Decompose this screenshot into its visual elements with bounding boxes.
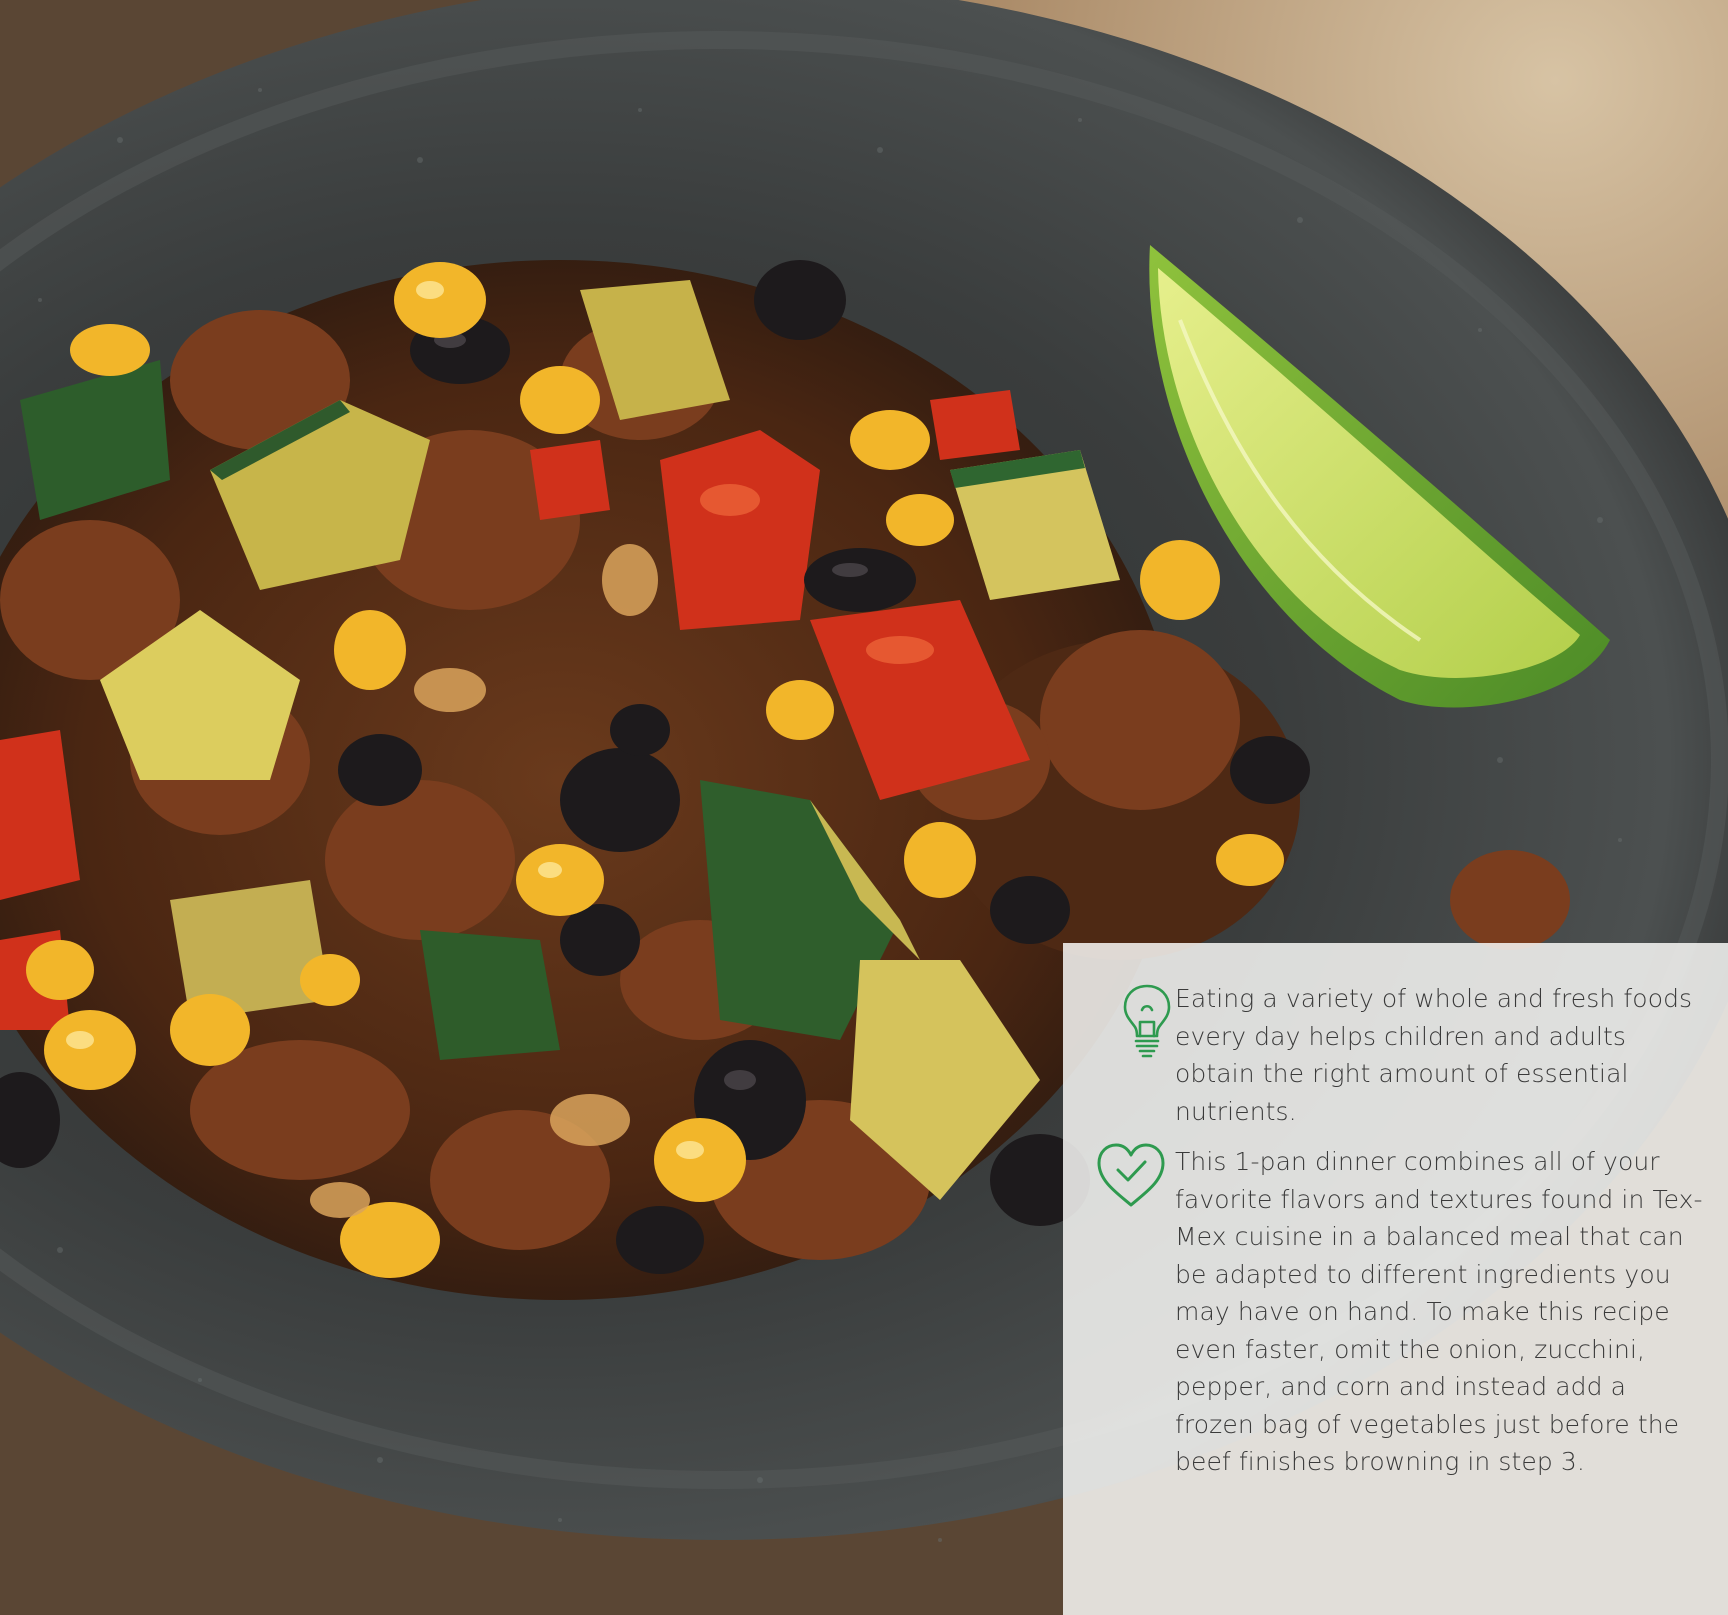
- tip-nutrition-text: Eating a variety of whole and fresh food…: [1175, 984, 1693, 1126]
- tip-nutrition: Eating a variety of whole and fresh food…: [1063, 943, 1728, 1143]
- heart-check-icon: [1097, 1143, 1165, 1207]
- recipe-photo-page: Eating a variety of whole and fresh food…: [0, 0, 1728, 1615]
- info-panel: Eating a variety of whole and fresh food…: [1063, 943, 1728, 1615]
- tip-recipe: This 1-pan dinner combines all of your f…: [1063, 1129, 1728, 1609]
- tip-recipe-text: This 1-pan dinner combines all of your f…: [1175, 1147, 1703, 1476]
- lightbulb-icon: [1123, 984, 1171, 1058]
